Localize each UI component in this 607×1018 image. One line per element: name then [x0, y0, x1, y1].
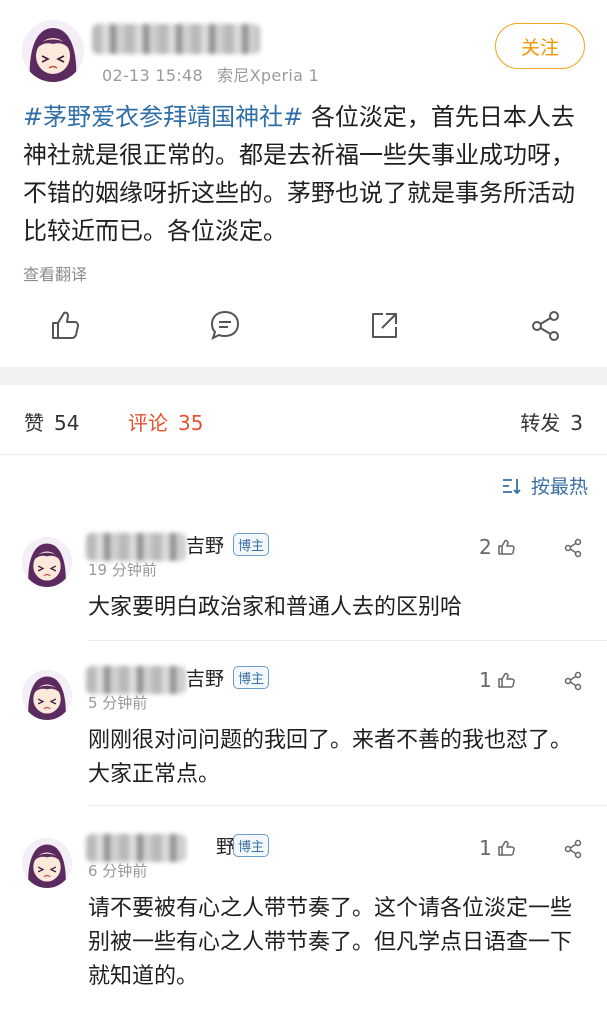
comment-like-button[interactable]: 1 [479, 668, 516, 692]
likes-label: 赞 [24, 411, 44, 435]
commenter-name[interactable]: 吉野 [186, 664, 224, 691]
post-body: #茅野爱衣参拜靖国神社# 各位淡定，首先日本人去神社就是很正常的。都是去祈福一些… [23, 98, 593, 250]
commenter-avatar[interactable] [22, 537, 72, 587]
like-icon [497, 672, 515, 688]
author-name-obscured[interactable] [92, 24, 260, 54]
post-action-bar [0, 305, 607, 345]
like-icon[interactable] [44, 305, 84, 345]
hashtag-link[interactable]: #茅野爱衣参拜靖国神社# [23, 103, 303, 131]
sort-button[interactable]: 按最热 [501, 472, 588, 499]
post-time: 02-13 15:48 [102, 66, 203, 85]
reposts-count: 3 [570, 411, 583, 435]
commenter-avatar[interactable] [22, 670, 72, 720]
comment-like-button[interactable]: 1 [479, 836, 516, 860]
sort-icon [502, 478, 521, 494]
reposts-tab[interactable]: 转发 3 [520, 407, 583, 436]
section-separator [0, 367, 607, 385]
share-icon[interactable] [526, 305, 566, 345]
comment-share-icon[interactable] [562, 537, 584, 559]
likes-count: 54 [54, 411, 80, 435]
likes-tab[interactable]: 赞 54 [24, 407, 79, 436]
follow-button[interactable]: 关注 [495, 23, 585, 69]
comment-time: 19 分钟前 [88, 561, 157, 579]
comment-divider [88, 805, 607, 806]
commenter-name-obscured[interactable] [86, 533, 186, 561]
comment-time: 5 分钟前 [88, 694, 148, 712]
post-device: 索尼Xperia 1 [217, 66, 320, 85]
commenter-name[interactable]: 吉野 [186, 531, 224, 558]
comment-share-icon[interactable] [562, 838, 584, 860]
post-meta: 02-13 15:48 索尼Xperia 1 [102, 62, 319, 86]
author-badge: 博主 [233, 533, 270, 556]
comment-like-count: 2 [479, 535, 492, 559]
like-icon [497, 539, 515, 555]
comment-text: 刚刚很对问问题的我回了。来者不善的我也怼了。大家正常点。 [88, 728, 573, 787]
comment-icon[interactable] [205, 305, 245, 345]
comment-like-button[interactable]: 2 [479, 535, 516, 559]
comment-text: 请不要被有心之人带节奏了。这个请各位淡定一些别被一些有心之人带节奏了。但凡学点日… [88, 896, 573, 989]
comment-share-icon[interactable] [562, 670, 584, 692]
comment-time: 6 分钟前 [88, 862, 148, 880]
translate-link[interactable]: 查看翻译 [23, 261, 87, 285]
comment-divider [88, 640, 607, 641]
commenter-name-obscured[interactable] [86, 834, 186, 862]
comment-like-count: 1 [479, 836, 492, 860]
commenter-avatar[interactable] [22, 838, 72, 888]
comment-text: 大家要明白政治家和普通人去的区别哈 [88, 595, 463, 620]
sort-label: 按最热 [530, 476, 588, 498]
repost-icon[interactable] [364, 305, 404, 345]
comments-label: 评论 [128, 411, 168, 435]
comments-count: 35 [178, 411, 204, 435]
commenter-name-obscured[interactable] [86, 666, 186, 694]
comments-tab[interactable]: 评论 35 [128, 407, 203, 436]
author-badge: 博主 [233, 834, 270, 857]
like-icon [497, 840, 515, 856]
weibo-post: 02-13 15:48 索尼Xperia 1 关注 #茅野爱衣参拜靖国神社# 各位… [0, 0, 607, 367]
reposts-label: 转发 [520, 411, 561, 435]
author-avatar[interactable] [22, 20, 84, 82]
author-badge: 博主 [233, 666, 270, 689]
stats-bar: 赞 54 评论 35 转发 3 [0, 385, 607, 455]
comment-like-count: 1 [479, 668, 492, 692]
